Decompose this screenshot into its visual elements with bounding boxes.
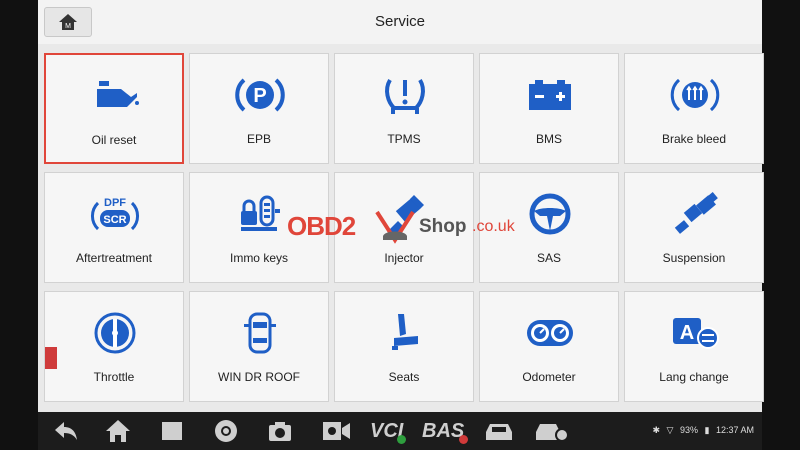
bluetooth-icon: ✱	[652, 425, 661, 435]
car-icon[interactable]	[482, 418, 516, 444]
parking-brake-icon: P	[235, 78, 285, 112]
tile-epb[interactable]: P EPB	[189, 53, 329, 164]
tile-label: Odometer	[522, 370, 576, 384]
side-marker	[45, 347, 57, 369]
vci-connected-badge	[397, 435, 406, 444]
watermark-text-c: .co.uk	[472, 218, 515, 235]
svg-text:A: A	[680, 322, 694, 344]
battery-icon: ▮	[704, 425, 710, 435]
recent-apps-icon[interactable]	[158, 418, 186, 444]
oil-can-icon	[97, 81, 139, 107]
tile-label: SAS	[536, 251, 561, 265]
bas-disconnected-badge	[459, 435, 468, 444]
steering-wheel-icon	[529, 193, 571, 235]
tire-pressure-icon	[385, 78, 425, 114]
tile-label: Throttle	[93, 370, 135, 384]
svg-text:P: P	[253, 85, 266, 107]
tile-aftertreatment[interactable]: DPF SCR Aftertreatment	[44, 172, 184, 283]
tile-throttle[interactable]: Throttle	[44, 291, 184, 402]
tile-suspension[interactable]: Suspension	[624, 172, 764, 283]
tile-label: Oil reset	[91, 133, 137, 147]
tile-label: Suspension	[662, 251, 726, 265]
tile-tpms[interactable]: TPMS	[334, 53, 474, 164]
tile-label: Brake bleed	[661, 132, 727, 146]
watermark: OBD2 Shop .co.uk	[287, 206, 517, 246]
watermark-text-a: OBD2	[287, 211, 356, 241]
back-icon[interactable]	[52, 418, 80, 444]
tile-label: Seats	[388, 370, 420, 384]
tile-seats[interactable]: Seats	[334, 291, 474, 402]
tile-odometer[interactable]: Odometer	[479, 291, 619, 402]
home-nav-icon[interactable]	[104, 418, 132, 444]
dpf-scr-icon: DPF SCR	[91, 197, 139, 231]
screenshot-icon[interactable]	[320, 418, 352, 444]
svg-text:DPF: DPF	[104, 197, 126, 209]
tile-win-dr-roof[interactable]: WIN DR ROOF	[189, 291, 329, 402]
throttle-icon	[94, 312, 136, 354]
tile-brake-bleed[interactable]: Brake bleed	[624, 53, 764, 164]
immo-key-icon	[241, 195, 280, 231]
car-top-view-icon	[244, 312, 276, 354]
tile-label: EPB	[246, 132, 271, 146]
tile-label: Injector	[384, 251, 424, 265]
status-bar: ✱ ▽ 93% ▮ 12:37 AM	[648, 425, 754, 436]
tile-label: BMS	[535, 132, 562, 146]
tile-bms[interactable]: BMS	[479, 53, 619, 164]
camera-icon[interactable]	[266, 418, 294, 444]
battery-icon	[529, 80, 571, 110]
screen: M Service Oil reset P EPB TPMS BMS Brake…	[0, 0, 800, 450]
brake-fluid-icon	[670, 78, 720, 112]
wifi-icon: ▽	[666, 425, 674, 435]
tile-label: Aftertreatment	[75, 251, 153, 265]
tile-label: Lang change	[659, 370, 729, 384]
tile-lang-change[interactable]: A Lang change	[624, 291, 764, 402]
language-icon: A	[673, 318, 719, 349]
seat-icon	[392, 314, 418, 350]
watermark-car-icon	[375, 210, 415, 244]
header-bar: M Service	[38, 0, 762, 45]
page-title: Service	[374, 13, 426, 30]
suspension-icon	[674, 192, 718, 234]
tile-label: WIN DR ROOF	[218, 370, 300, 384]
tile-label: Immo keys	[229, 251, 288, 265]
tile-label: TPMS	[387, 132, 421, 146]
chrome-icon[interactable]	[212, 418, 240, 444]
odometer-icon	[527, 320, 573, 346]
tile-oil-reset[interactable]: Oil reset	[44, 53, 184, 164]
svg-text:SCR: SCR	[103, 214, 126, 226]
clock: 12:37 AM	[715, 425, 754, 435]
system-navbar: VCI BAS ✱ ▽ 93% ▮ 12:37 AM	[38, 412, 762, 450]
watermark-text-b: Shop	[419, 216, 467, 237]
car-service-icon[interactable]	[534, 418, 570, 444]
battery-level: 93%	[679, 425, 698, 435]
bas-status[interactable]: BAS	[422, 420, 464, 443]
